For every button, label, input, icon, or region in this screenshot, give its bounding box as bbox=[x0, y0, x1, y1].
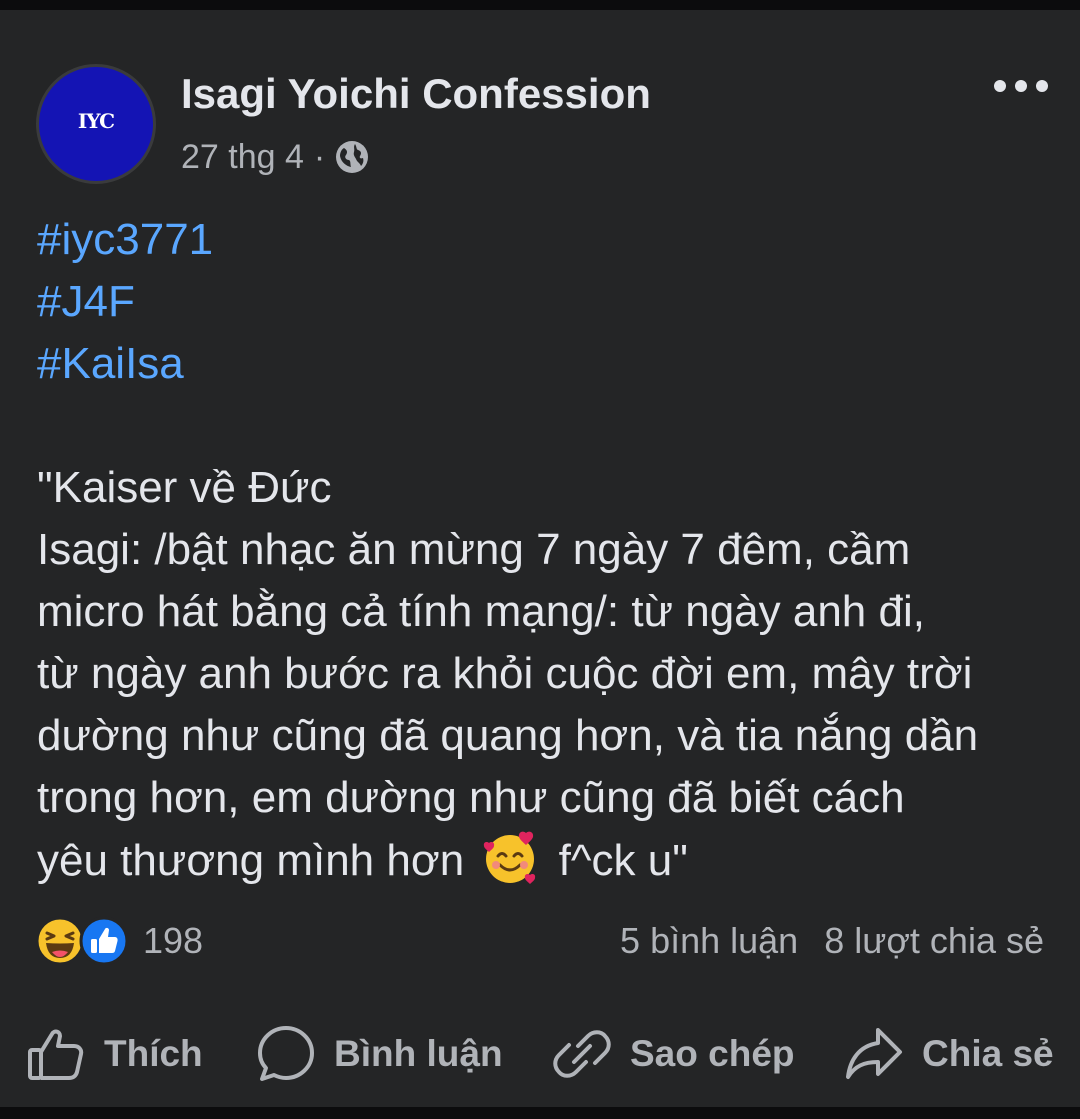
more-dot bbox=[994, 80, 1006, 92]
globe-icon[interactable] bbox=[335, 140, 369, 174]
post-text-line: Isagi: /bật nhạc ăn mừng 7 ngày 7 đêm, c… bbox=[37, 525, 911, 574]
post-card: IYC Isagi Yoichi Confession 27 thg 4 · #… bbox=[0, 10, 1080, 1107]
meta-separator: · bbox=[313, 137, 326, 176]
more-options-icon[interactable] bbox=[994, 72, 1048, 100]
post-body: #iyc3771 #J4F #KaiIsa "Kaiser về Đức Isa… bbox=[37, 209, 1047, 891]
hashtag-link[interactable]: #J4F bbox=[37, 271, 1047, 333]
page-name[interactable]: Isagi Yoichi Confession bbox=[181, 68, 651, 120]
thumbs-up-icon bbox=[28, 1029, 84, 1080]
like-button[interactable]: Thích bbox=[26, 1020, 203, 1088]
copy-link-button-label: Sao chép bbox=[630, 1033, 795, 1074]
post-date[interactable]: 27 thg 4 bbox=[181, 138, 304, 177]
post-text-segment: yêu thương mình hơn bbox=[37, 836, 465, 885]
page-avatar[interactable]: IYC bbox=[36, 64, 156, 184]
post-text-line: dường như cũng đã quang hơn, và tia nắng… bbox=[37, 711, 979, 760]
post-text-segment: f^ck u" bbox=[558, 836, 688, 885]
comment-bubble-icon bbox=[258, 1026, 314, 1081]
post-text-line-last: yêu thương mình hơn f^ck u" bbox=[37, 829, 1047, 891]
post-text-line: micro hát bằng cả tính mạng/: từ ngày an… bbox=[37, 587, 925, 636]
more-dot bbox=[1036, 80, 1048, 92]
hashtag-link[interactable]: #iyc3771 bbox=[37, 209, 1047, 271]
comment-count-link[interactable]: 5 bình luận bbox=[620, 920, 798, 962]
engagement-stats: 5 bình luận 8 lượt chia sẻ bbox=[620, 915, 1044, 967]
reaction-count: 198 bbox=[143, 920, 204, 961]
comment-button-label: Bình luận bbox=[334, 1033, 503, 1074]
hashtag-link[interactable]: #KaiIsa bbox=[37, 333, 1047, 395]
avatar-logo-text: IYC bbox=[77, 109, 115, 133]
comment-button[interactable]: Bình luận bbox=[256, 1020, 503, 1088]
post-meta: 27 thg 4 · bbox=[181, 134, 369, 180]
share-button-label: Chia sẻ bbox=[922, 1033, 1054, 1074]
post-text-line: trong hơn, em dường như cũng đã biết các… bbox=[37, 773, 905, 822]
post-text-line: "Kaiser về Đức bbox=[37, 463, 332, 512]
reactions-summary[interactable]: 198 bbox=[35, 915, 203, 967]
screen: IYC Isagi Yoichi Confession 27 thg 4 · #… bbox=[0, 0, 1080, 1119]
share-arrow-icon bbox=[846, 1028, 902, 1079]
smiling-face-with-hearts-icon bbox=[482, 829, 538, 885]
action-bar: Thích Bình luận Sao chép Chia sẻ bbox=[0, 1020, 1080, 1088]
haha-icon bbox=[35, 916, 85, 966]
more-dot bbox=[1015, 80, 1027, 92]
like-icon bbox=[79, 916, 129, 966]
post-text-line: từ ngày anh bước ra khỏi cuộc đời em, mâ… bbox=[37, 649, 973, 698]
like-button-label: Thích bbox=[104, 1033, 203, 1074]
link-icon bbox=[553, 1030, 611, 1078]
share-count-link[interactable]: 8 lượt chia sẻ bbox=[824, 920, 1044, 962]
copy-link-button[interactable]: Sao chép bbox=[552, 1020, 795, 1088]
share-button[interactable]: Chia sẻ bbox=[844, 1020, 1054, 1088]
